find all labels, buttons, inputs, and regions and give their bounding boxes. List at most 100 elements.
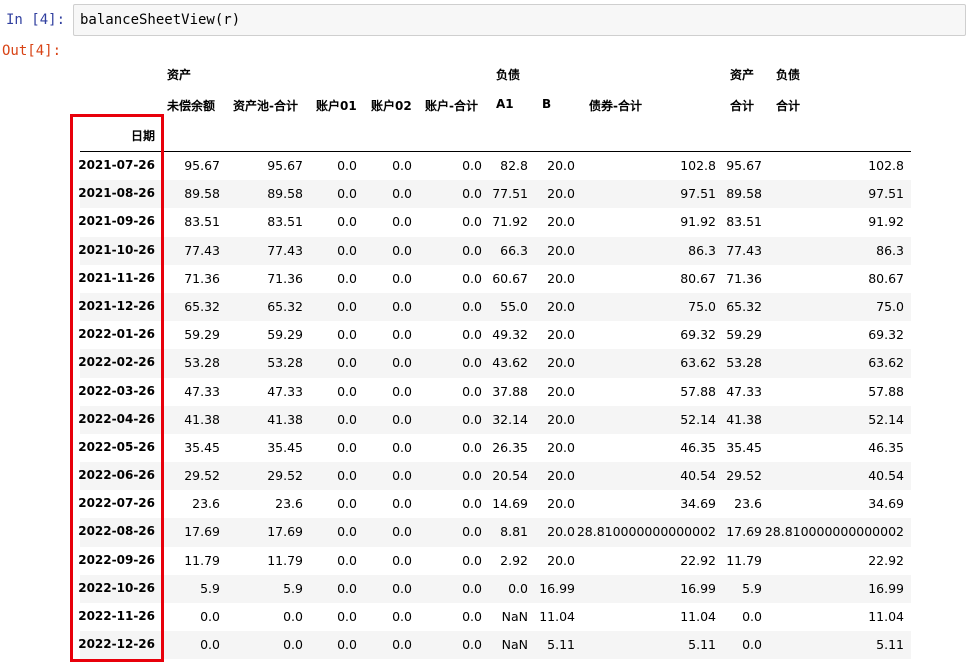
highlight-box: [70, 114, 164, 662]
table-cell: 0.0: [462, 158, 482, 173]
table-cell: 86.3: [688, 242, 716, 258]
table-cell: 52.14: [680, 411, 716, 427]
table-cell: 60.67: [492, 270, 528, 286]
table-cell: 11.79: [726, 552, 762, 568]
table-cell: 102.8: [680, 158, 716, 173]
column-header: B: [542, 97, 552, 111]
table-row: 2022-11-26 0.0 0.0 0.0 0.0 0.0 NaN 11.04 11.04 0.…: [78, 603, 911, 631]
table-cell: 17.69: [726, 524, 762, 540]
table-cell: 20.0: [547, 158, 575, 173]
table-cell: 0.0: [392, 411, 412, 427]
table-cell: 0.0: [462, 580, 482, 596]
table-cell: 0.0: [337, 637, 357, 653]
table-cell: 77.43: [184, 242, 220, 258]
column-header: 合计: [776, 99, 801, 113]
table-cell: 53.28: [184, 355, 220, 371]
table-cell: 11.79: [267, 552, 303, 568]
table-row: 2021-08-26 89.58 89.58 0.0 0.0 0.0 77.51 20.0 97…: [78, 180, 911, 209]
table-cell: 0.0: [392, 214, 412, 230]
output-prompt: Out[4]:: [2, 43, 62, 59]
table-cell: 52.14: [868, 411, 904, 427]
table-cell: 47.33: [726, 383, 762, 399]
table-cell: 0.0: [462, 411, 482, 427]
table-cell: 35.45: [726, 439, 762, 455]
table-cell: 0.0: [462, 637, 482, 653]
table-cell: 65.32: [726, 298, 762, 314]
table-cell: 14.69: [492, 496, 528, 512]
table-cell: 0.0: [337, 158, 357, 173]
table-cell: 0.0: [200, 609, 220, 624]
table-cell: 97.51: [868, 186, 904, 202]
table-cell: 0.0: [337, 242, 357, 258]
table-cell: 47.33: [184, 383, 220, 399]
table-row: 2022-02-26 53.28 53.28 0.0 0.0 0.0 43.62 20.0 63…: [78, 349, 911, 378]
column-header: A1: [496, 97, 514, 111]
table-cell: 80.67: [868, 270, 904, 286]
table-cell: 8.81: [500, 524, 528, 540]
table-row: 2022-08-26 17.69 17.69 0.0 0.0 0.0 8.81 20.0 28.…: [78, 518, 911, 547]
table-cell: 0.0: [337, 580, 357, 596]
table-cell: 22.92: [680, 552, 716, 568]
table-cell: 71.36: [267, 270, 303, 286]
table-cell: 0.0: [392, 270, 412, 286]
table-cell: 0.0: [337, 609, 357, 624]
table-cell: 41.38: [267, 411, 303, 427]
table-cell: 0.0: [337, 327, 357, 343]
table-cell: 83.51: [184, 214, 220, 230]
table-cell: 23.6: [734, 496, 762, 512]
table-cell: 0.0: [283, 609, 303, 624]
table-cell: 46.35: [868, 439, 904, 455]
table-cell: 75.0: [876, 298, 904, 314]
table-cell: 0.0: [337, 524, 357, 540]
table-cell: 20.0: [547, 383, 575, 399]
table-row: 2022-05-26 35.45 35.45 0.0 0.0 0.0 26.35 20.0 46…: [78, 434, 911, 462]
header-group-assets-2: 资产: [730, 68, 755, 82]
table-row: 2022-03-26 47.33 47.33 0.0 0.0 0.0 37.88 20.0 57…: [78, 378, 911, 406]
table-cell: 0.0: [337, 439, 357, 455]
table-row: 2022-12-26 0.0 0.0 0.0 0.0 0.0 NaN 5.11 5.11 0.0 5…: [78, 631, 911, 660]
table-cell: 11.04: [868, 609, 904, 624]
table-row: 2022-04-26 41.38 41.38 0.0 0.0 0.0 32.14 20.0 52…: [78, 405, 911, 434]
table-cell: 95.67: [267, 158, 303, 173]
table-cell: 0.0: [462, 383, 482, 399]
table-cell: 11.04: [539, 609, 575, 624]
table-cell: 91.92: [680, 214, 716, 230]
table-cell: 95.67: [726, 158, 762, 173]
table-cell: 28.810000000000002: [764, 524, 904, 540]
table-cell: 20.0: [547, 270, 575, 286]
table-cell: 11.79: [184, 552, 220, 568]
table-cell: 0.0: [392, 158, 412, 173]
table-cell: 0.0: [462, 214, 482, 230]
table-cell: 41.38: [726, 411, 762, 427]
table-cell: 0.0: [462, 355, 482, 371]
table-cell: 71.36: [184, 270, 220, 286]
table-cell: 0.0: [392, 496, 412, 512]
table-cell: 0.0: [462, 242, 482, 258]
table-row: 2022-09-26 11.79 11.79 0.0 0.0 0.0 2.92 20.0 22.…: [78, 547, 911, 575]
code-cell[interactable]: balanceSheetView(r): [73, 4, 966, 36]
table-cell: 83.51: [726, 214, 762, 230]
table-cell: 0.0: [462, 468, 482, 484]
table-cell: 35.45: [267, 439, 303, 455]
table-cell: 83.51: [267, 214, 303, 230]
table-cell: 40.54: [680, 468, 716, 484]
table-cell: 5.9: [742, 580, 762, 596]
table-cell: 0.0: [508, 580, 528, 596]
code-text[interactable]: balanceSheetView(r): [80, 12, 240, 28]
table-cell: 0.0: [337, 383, 357, 399]
table-cell: 16.99: [539, 580, 575, 596]
table-cell: 34.69: [868, 496, 904, 512]
table-cell: 0.0: [742, 637, 762, 653]
table-cell: 0.0: [392, 298, 412, 314]
table-cell: 0.0: [462, 327, 482, 343]
table-cell: 69.32: [680, 327, 716, 343]
table-row: 2022-06-26 29.52 29.52 0.0 0.0 0.0 20.54 20.0 40…: [78, 462, 911, 491]
table-cell: 20.0: [547, 298, 575, 314]
table-cell: 29.52: [726, 468, 762, 484]
table-cell: 55.0: [500, 298, 528, 314]
table-cell: 77.51: [492, 186, 528, 202]
table-cell: 0.0: [337, 411, 357, 427]
header-group-assets: 资产: [167, 68, 192, 82]
table-cell: 37.88: [492, 383, 528, 399]
table-cell: 0.0: [337, 186, 357, 202]
